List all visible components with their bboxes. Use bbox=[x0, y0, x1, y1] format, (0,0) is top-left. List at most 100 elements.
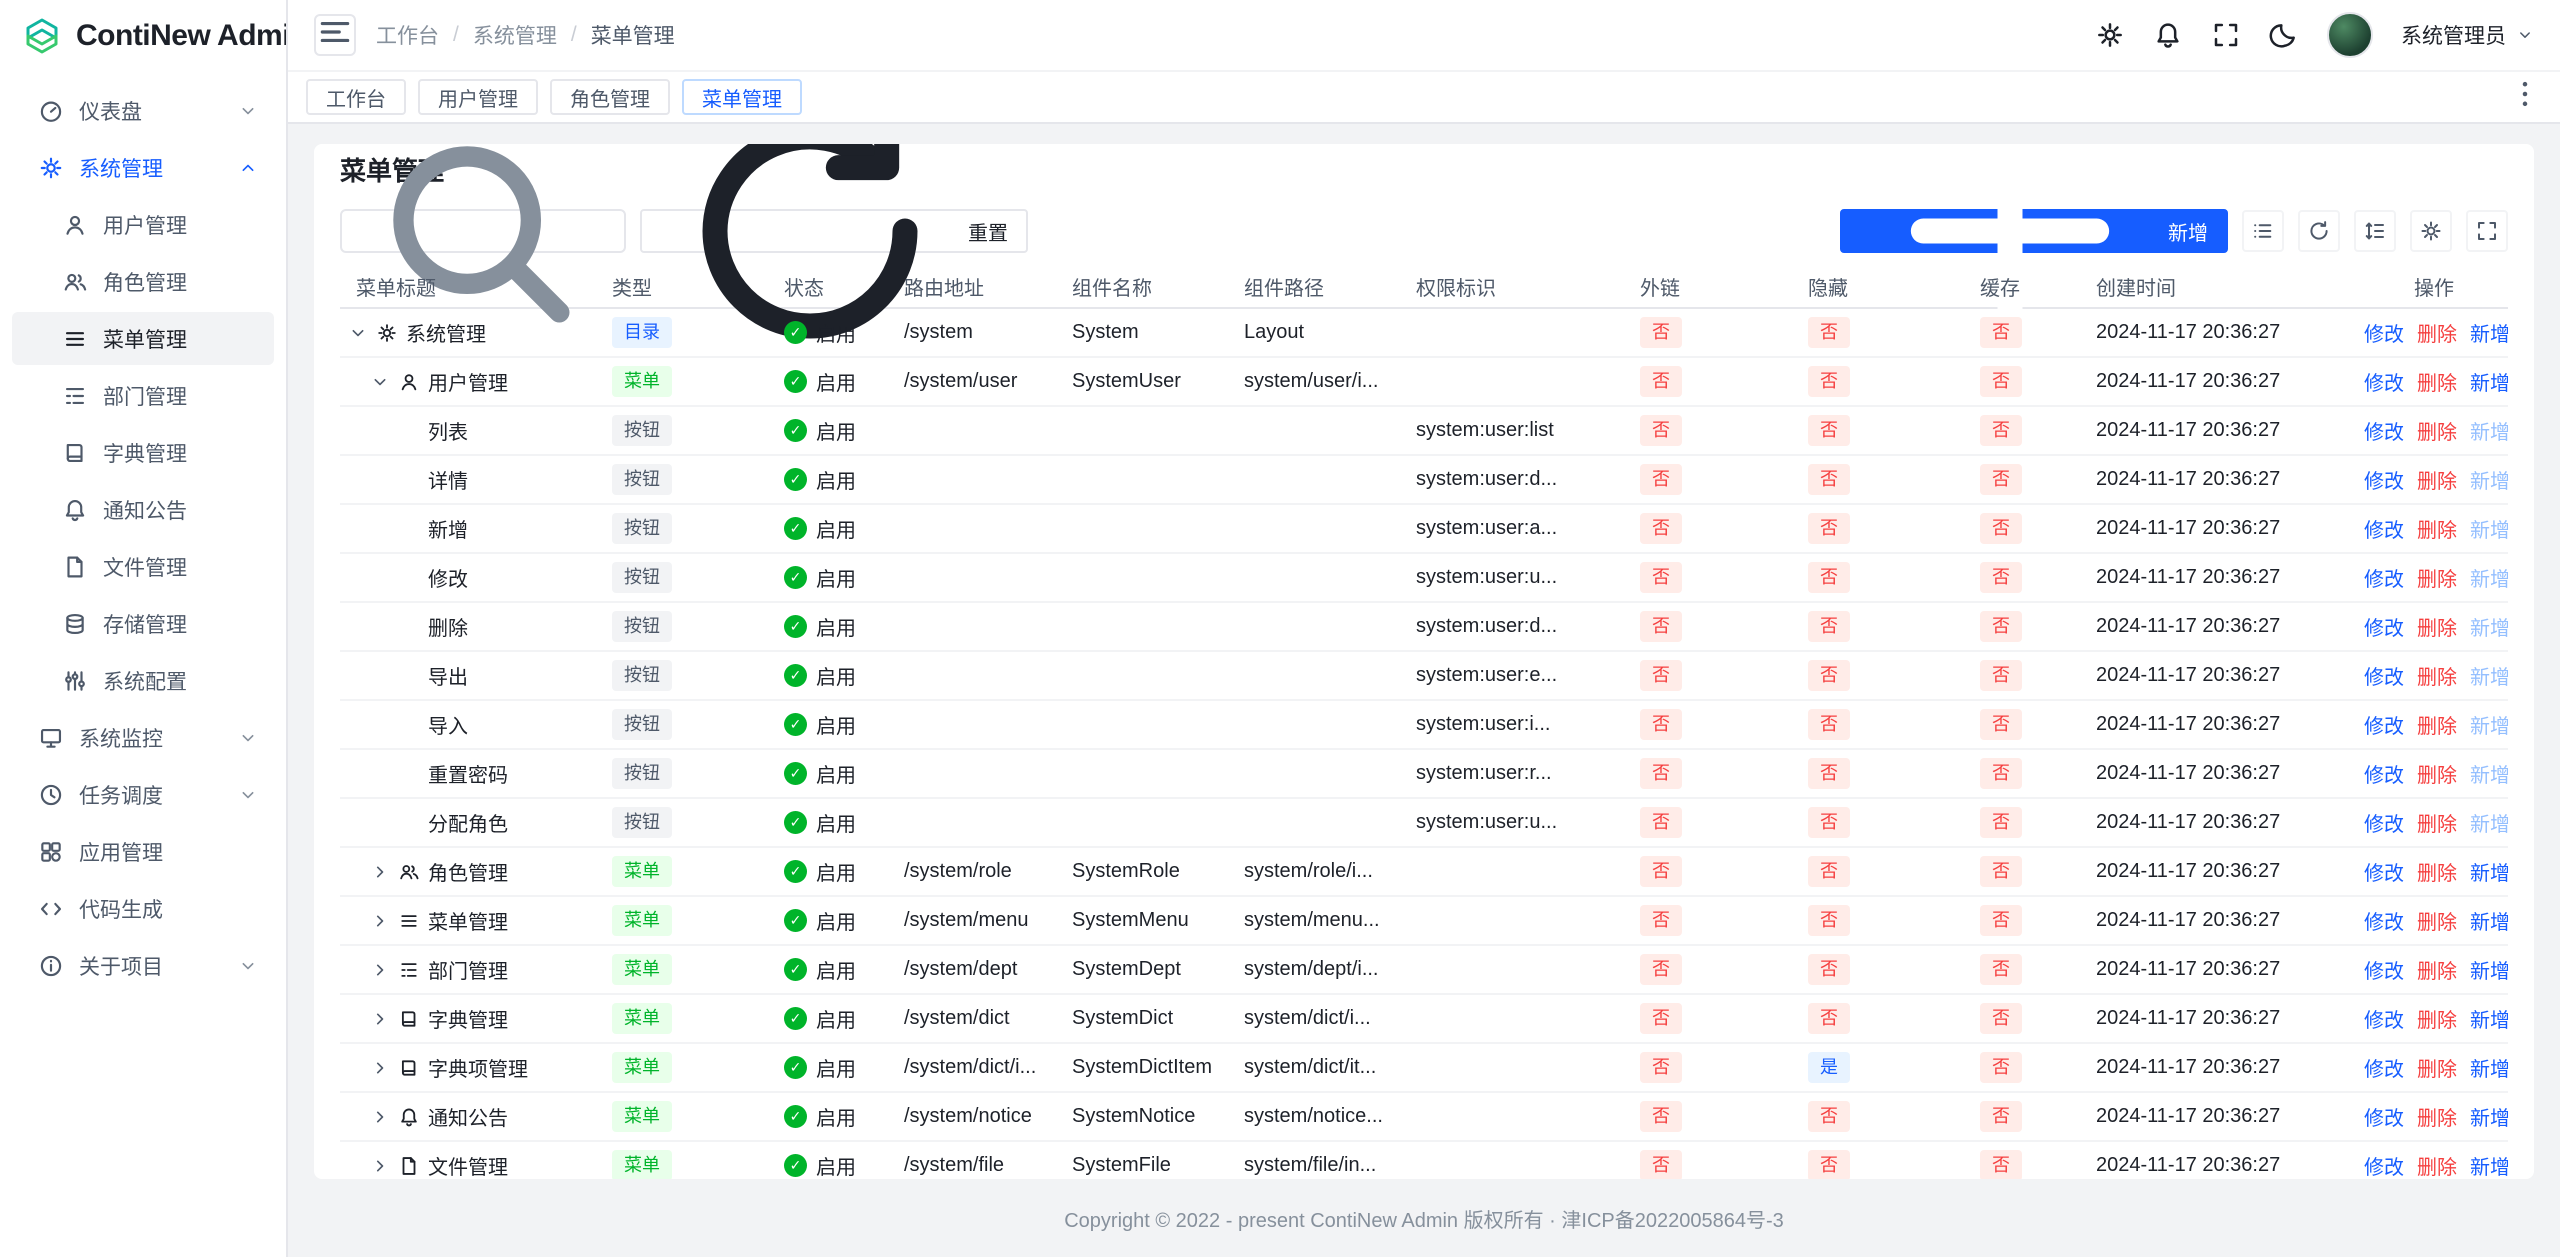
list-button[interactable] bbox=[2242, 210, 2284, 252]
edit-link[interactable]: 修改 bbox=[2364, 1151, 2404, 1179]
refresh-button[interactable] bbox=[2298, 210, 2340, 252]
sidebar-item-2[interactable]: 用户管理 bbox=[12, 198, 274, 251]
delete-link[interactable]: 删除 bbox=[2417, 563, 2457, 592]
edit-link[interactable]: 修改 bbox=[2364, 416, 2404, 445]
add-link[interactable]: 新增 bbox=[2470, 1053, 2508, 1082]
add-button[interactable]: 新增 bbox=[1840, 209, 2228, 253]
moon-icon[interactable] bbox=[2269, 20, 2299, 50]
add-link[interactable]: 新增 bbox=[2470, 416, 2508, 445]
breadcrumb-item-1[interactable]: 系统管理 bbox=[473, 20, 557, 50]
edit-link[interactable]: 修改 bbox=[2364, 906, 2404, 935]
logo-row[interactable]: ContiNew Admin bbox=[0, 0, 286, 72]
edit-link[interactable]: 修改 bbox=[2364, 1004, 2404, 1033]
sidebar-item-3[interactable]: 角色管理 bbox=[12, 255, 274, 308]
edit-link[interactable]: 修改 bbox=[2364, 1053, 2404, 1082]
chevron-down-icon[interactable] bbox=[370, 372, 390, 392]
delete-link[interactable]: 删除 bbox=[2417, 710, 2457, 739]
sidebar-item-8[interactable]: 文件管理 bbox=[12, 540, 274, 593]
chevron-down-icon[interactable] bbox=[348, 323, 368, 343]
delete-link[interactable]: 删除 bbox=[2417, 367, 2457, 396]
tab-菜单管理[interactable]: 菜单管理 bbox=[682, 79, 802, 115]
sidebar-item-6[interactable]: 字典管理 bbox=[12, 426, 274, 479]
breadcrumb-item-0[interactable]: 工作台 bbox=[376, 20, 439, 50]
delete-link[interactable]: 删除 bbox=[2417, 955, 2457, 984]
delete-link[interactable]: 删除 bbox=[2417, 1102, 2457, 1131]
chevron-right-icon[interactable] bbox=[370, 1058, 390, 1078]
chevron-right-icon[interactable] bbox=[370, 1156, 390, 1176]
edit-link[interactable]: 修改 bbox=[2364, 710, 2404, 739]
delete-link[interactable]: 删除 bbox=[2417, 1151, 2457, 1179]
add-link[interactable]: 新增 bbox=[2470, 808, 2508, 837]
sidebar-item-14[interactable]: 代码生成 bbox=[12, 882, 274, 935]
add-link[interactable]: 新增 bbox=[2470, 612, 2508, 641]
sidebar-item-15[interactable]: 关于项目 bbox=[12, 939, 274, 992]
add-link[interactable]: 新增 bbox=[2470, 1151, 2508, 1179]
sidebar-item-9[interactable]: 存储管理 bbox=[12, 597, 274, 650]
add-link[interactable]: 新增 bbox=[2470, 759, 2508, 788]
add-link[interactable]: 新增 bbox=[2470, 661, 2508, 690]
reset-button[interactable]: 重置 bbox=[640, 209, 1028, 253]
edit-link[interactable]: 修改 bbox=[2364, 759, 2404, 788]
chevron-right-icon[interactable] bbox=[370, 960, 390, 980]
add-link[interactable]: 新增 bbox=[2470, 1004, 2508, 1033]
sidebar-item-12[interactable]: 任务调度 bbox=[12, 768, 274, 821]
line-height-button[interactable] bbox=[2354, 210, 2396, 252]
sidebar-item-5[interactable]: 部门管理 bbox=[12, 369, 274, 422]
edit-link[interactable]: 修改 bbox=[2364, 955, 2404, 984]
edit-link[interactable]: 修改 bbox=[2364, 318, 2404, 347]
settings-icon[interactable] bbox=[2095, 20, 2125, 50]
delete-link[interactable]: 删除 bbox=[2417, 612, 2457, 641]
chevron-right-icon[interactable] bbox=[370, 862, 390, 882]
edit-link[interactable]: 修改 bbox=[2364, 612, 2404, 641]
edit-link[interactable]: 修改 bbox=[2364, 808, 2404, 837]
delete-link[interactable]: 删除 bbox=[2417, 808, 2457, 837]
edit-link[interactable]: 修改 bbox=[2364, 661, 2404, 690]
delete-link[interactable]: 删除 bbox=[2417, 906, 2457, 935]
chevron-right-icon[interactable] bbox=[370, 911, 390, 931]
edit-link[interactable]: 修改 bbox=[2364, 367, 2404, 396]
edit-link[interactable]: 修改 bbox=[2364, 1102, 2404, 1131]
sidebar-item-13[interactable]: 应用管理 bbox=[12, 825, 274, 878]
user-menu[interactable]: 系统管理员 bbox=[2401, 20, 2534, 50]
settings-button[interactable] bbox=[2410, 210, 2452, 252]
sidebar-item-7[interactable]: 通知公告 bbox=[12, 483, 274, 536]
add-link[interactable]: 新增 bbox=[2470, 318, 2508, 347]
search-box[interactable] bbox=[340, 209, 626, 253]
add-link[interactable]: 新增 bbox=[2470, 367, 2508, 396]
delete-link[interactable]: 删除 bbox=[2417, 465, 2457, 494]
collapse-sidebar-button[interactable] bbox=[314, 14, 356, 56]
tab-工作台[interactable]: 工作台 bbox=[306, 79, 406, 115]
add-link[interactable]: 新增 bbox=[2470, 710, 2508, 739]
sidebar-item-4[interactable]: 菜单管理 bbox=[12, 312, 274, 365]
edit-link[interactable]: 修改 bbox=[2364, 857, 2404, 886]
tab-用户管理[interactable]: 用户管理 bbox=[418, 79, 538, 115]
edit-link[interactable]: 修改 bbox=[2364, 563, 2404, 592]
add-link[interactable]: 新增 bbox=[2470, 1102, 2508, 1131]
chevron-right-icon[interactable] bbox=[370, 1009, 390, 1029]
add-link[interactable]: 新增 bbox=[2470, 465, 2508, 494]
chevron-right-icon[interactable] bbox=[370, 1107, 390, 1127]
sidebar-item-10[interactable]: 系统配置 bbox=[12, 654, 274, 707]
edit-link[interactable]: 修改 bbox=[2364, 465, 2404, 494]
bell-icon[interactable] bbox=[2153, 20, 2183, 50]
fullscreen-icon[interactable] bbox=[2211, 20, 2241, 50]
add-link[interactable]: 新增 bbox=[2470, 906, 2508, 935]
delete-link[interactable]: 删除 bbox=[2417, 1004, 2457, 1033]
delete-link[interactable]: 删除 bbox=[2417, 514, 2457, 543]
delete-link[interactable]: 删除 bbox=[2417, 759, 2457, 788]
tab-more-button[interactable] bbox=[2508, 80, 2542, 114]
sidebar-item-1[interactable]: 系统管理 bbox=[12, 141, 274, 194]
breadcrumb-item-2[interactable]: 菜单管理 bbox=[591, 20, 675, 50]
add-link[interactable]: 新增 bbox=[2470, 514, 2508, 543]
tab-角色管理[interactable]: 角色管理 bbox=[550, 79, 670, 115]
add-link[interactable]: 新增 bbox=[2470, 955, 2508, 984]
add-link[interactable]: 新增 bbox=[2470, 857, 2508, 886]
edit-link[interactable]: 修改 bbox=[2364, 514, 2404, 543]
sidebar-item-11[interactable]: 系统监控 bbox=[12, 711, 274, 764]
delete-link[interactable]: 删除 bbox=[2417, 1053, 2457, 1082]
delete-link[interactable]: 删除 bbox=[2417, 857, 2457, 886]
avatar[interactable] bbox=[2327, 12, 2373, 58]
delete-link[interactable]: 删除 bbox=[2417, 318, 2457, 347]
fullscreen-button[interactable] bbox=[2466, 210, 2508, 252]
sidebar-item-0[interactable]: 仪表盘 bbox=[12, 84, 274, 137]
